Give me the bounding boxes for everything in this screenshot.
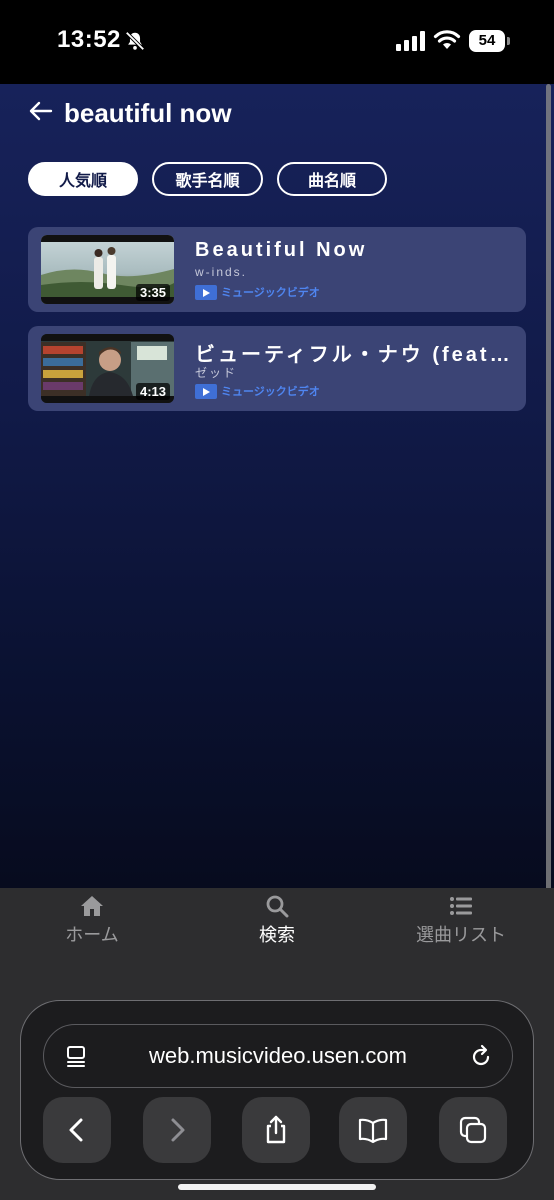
browser-back-button[interactable] — [43, 1097, 111, 1163]
tabs-button[interactable] — [439, 1097, 507, 1163]
play-icon — [195, 284, 217, 300]
home-indicator — [178, 1184, 376, 1190]
back-arrow-icon[interactable] — [28, 98, 54, 124]
bookmarks-button[interactable] — [339, 1097, 407, 1163]
nav-label-home: ホーム — [65, 925, 119, 945]
share-icon — [266, 1115, 286, 1144]
nav-item-search[interactable]: 検索 — [217, 894, 337, 947]
bell-muted-icon — [125, 31, 145, 51]
address-bar[interactable]: web.musicvideo.usen.com — [43, 1024, 513, 1088]
book-icon — [358, 1118, 388, 1144]
bottom-nav: ホーム 検索 選曲リスト — [0, 888, 554, 978]
content-type-label: ミュージックビデオ — [221, 287, 320, 299]
status-bar: 13:52 54 — [0, 0, 554, 84]
nav-item-home[interactable]: ホーム — [32, 894, 152, 947]
video-thumbnail[interactable]: 4:13 — [41, 334, 174, 403]
page-title: beautiful now — [64, 98, 232, 128]
wifi-icon — [433, 30, 461, 49]
browser-forward-button[interactable] — [143, 1097, 211, 1163]
artist-name: w-inds. — [195, 265, 248, 279]
list-icon — [450, 897, 472, 915]
content-type-badge: ミュージックビデオ — [195, 383, 320, 399]
browser-panel: web.musicvideo.usen.com — [20, 1000, 534, 1180]
chevron-right-icon — [171, 1118, 185, 1142]
chevron-left-icon — [69, 1118, 83, 1142]
tab-song-name[interactable]: 曲名順 — [277, 162, 387, 196]
tab-popularity[interactable]: 人気順 — [28, 162, 138, 196]
browser-toolbar: web.musicvideo.usen.com — [0, 978, 554, 1200]
nav-label-song-list: 選曲リスト — [416, 925, 506, 945]
url-text: web.musicvideo.usen.com — [148, 1043, 407, 1068]
cellular-signal-icon — [396, 31, 425, 51]
video-duration: 3:35 — [135, 284, 170, 301]
video-duration: 4:13 — [135, 383, 170, 400]
reload-icon[interactable] — [468, 1044, 494, 1070]
content-type-label: ミュージックビデオ — [221, 386, 320, 398]
nav-item-song-list[interactable]: 選曲リスト — [401, 894, 521, 947]
share-button[interactable] — [242, 1097, 310, 1163]
search-results-screen: beautiful now 人気順 歌手名順 曲名順 3:35 Beautifu… — [0, 84, 554, 1094]
battery-indicator: 54 — [469, 30, 511, 52]
sort-tabs: 人気順 歌手名順 曲名順 — [28, 162, 387, 196]
tab-artist-name[interactable]: 歌手名順 — [152, 162, 263, 196]
song-title: ビューティフル・ナウ (feat. ジョン・ベリオン) — [195, 344, 515, 366]
video-thumbnail[interactable]: 3:35 — [41, 235, 174, 304]
home-icon — [81, 896, 103, 916]
content-type-badge: ミュージックビデオ — [195, 284, 320, 300]
song-title: Beautiful Now — [195, 239, 368, 261]
play-icon — [195, 383, 217, 399]
status-time: 13:52 — [57, 26, 121, 53]
battery-level: 54 — [469, 30, 505, 52]
battery-tip — [507, 37, 510, 45]
result-item[interactable]: 3:35 Beautiful Now w-inds. ミュージックビデオ — [28, 227, 526, 312]
nav-label-search: 検索 — [259, 925, 295, 945]
search-icon — [266, 895, 289, 918]
tabs-overview-icon — [459, 1116, 487, 1144]
artist-name: ゼッド — [195, 366, 238, 380]
result-item[interactable]: 4:13 ビューティフル・ナウ (feat. ジョン・ベリオン) ゼッド ミュー… — [28, 326, 526, 411]
